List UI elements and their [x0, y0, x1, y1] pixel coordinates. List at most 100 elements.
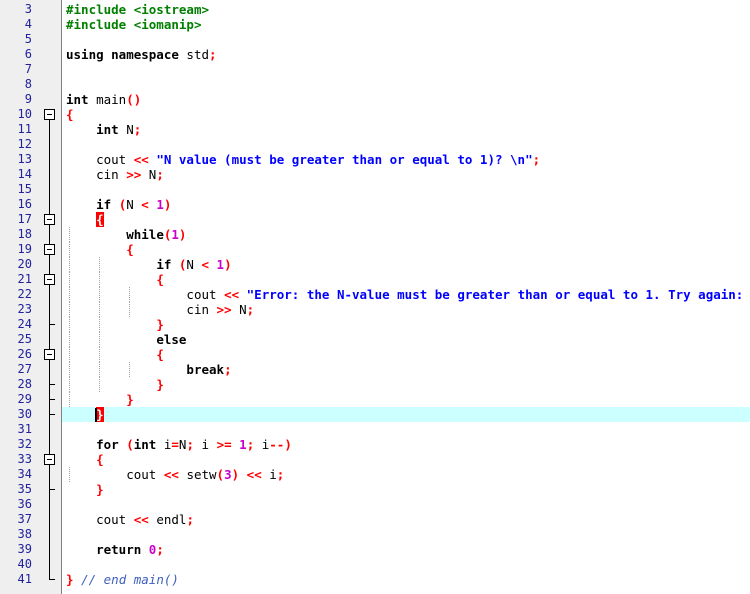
code-line[interactable]: }	[62, 317, 750, 332]
fold-collapse-icon[interactable]	[44, 244, 55, 255]
token-kw: break	[186, 362, 225, 377]
code-line[interactable]: {	[62, 347, 750, 362]
code-line[interactable]: {	[62, 107, 750, 122]
text-caret	[95, 408, 98, 422]
code-line[interactable]: using namespace std;	[62, 47, 750, 62]
token-pre: #include	[66, 2, 134, 17]
code-line[interactable]: {	[62, 242, 750, 257]
code-line[interactable]: cout << setw(3) << i;	[62, 467, 750, 482]
token-num: 1	[171, 227, 179, 242]
token-pre: <iomanip>	[133, 17, 202, 32]
indent-guide	[69, 242, 70, 257]
code-line[interactable]: if (N < 1)	[62, 197, 750, 212]
code-line[interactable]	[62, 182, 750, 197]
code-text-area[interactable]: #include <iostream> #include <iomanip> usi…	[62, 0, 750, 594]
code-line[interactable]: } // end main()	[62, 572, 750, 587]
token-id: N	[239, 302, 247, 317]
line-number: 26	[17, 347, 32, 361]
code-line[interactable]	[62, 422, 750, 437]
token-op: {	[66, 107, 74, 122]
fold-end-marker	[49, 414, 55, 415]
fold-collapse-icon[interactable]	[44, 274, 55, 285]
code-line[interactable]	[62, 62, 750, 77]
line-number: 15	[17, 182, 32, 196]
indent-guide	[99, 347, 101, 362]
code-line[interactable]	[62, 527, 750, 542]
token-num: 1	[239, 437, 247, 452]
indent-guide	[69, 302, 70, 317]
code-line[interactable]	[62, 497, 750, 512]
code-line[interactable]: else	[62, 332, 750, 347]
code-line[interactable]: {	[62, 272, 750, 287]
token-id: cout	[126, 467, 164, 482]
line-number: 27	[17, 362, 32, 376]
indent-guide	[99, 332, 101, 347]
indent-guide	[99, 377, 101, 392]
code-line-current[interactable]: }	[62, 407, 750, 422]
code-line[interactable]: int main()	[62, 92, 750, 107]
code-line[interactable]: #include <iostream>	[62, 2, 750, 17]
code-folding-column[interactable]	[38, 0, 62, 594]
code-line[interactable]: cin >> N;	[62, 302, 750, 317]
token-op: ;	[209, 47, 217, 62]
indent-guide	[69, 317, 70, 332]
line-number: 28	[17, 377, 32, 391]
line-number: 3	[24, 2, 32, 16]
token-num: 3	[224, 467, 232, 482]
code-line[interactable]: }	[62, 377, 750, 392]
line-number: 22	[17, 287, 32, 301]
fold-collapse-icon[interactable]	[44, 214, 55, 225]
indent-guide	[129, 362, 131, 377]
token-kw: for	[96, 437, 127, 452]
token-op: >>	[216, 302, 240, 317]
code-line[interactable]: if (N < 1)	[62, 257, 750, 272]
token-op: {	[126, 242, 134, 257]
code-line[interactable]: #include <iomanip>	[62, 17, 750, 32]
code-line[interactable]: {	[62, 212, 750, 227]
code-line[interactable]: int N;	[62, 122, 750, 137]
line-number: 36	[17, 497, 32, 511]
fold-collapse-icon[interactable]	[44, 349, 55, 360]
code-line[interactable]: cout << "Error: the N-value must be grea…	[62, 287, 750, 302]
fold-collapse-icon[interactable]	[44, 454, 55, 465]
code-line[interactable]	[62, 557, 750, 572]
code-line[interactable]: }	[62, 392, 750, 407]
code-line[interactable]: }	[62, 482, 750, 497]
line-number: 25	[17, 332, 32, 346]
fold-end-marker	[49, 399, 55, 400]
token-op: ;	[156, 167, 164, 182]
code-line[interactable]	[62, 77, 750, 92]
token-op: )	[178, 227, 187, 242]
code-line[interactable]: cin >> N;	[62, 167, 750, 182]
token-op: )	[163, 197, 172, 212]
code-line[interactable]: while(1)	[62, 227, 750, 242]
code-line[interactable]: cout << endl;	[62, 512, 750, 527]
code-line[interactable]	[62, 137, 750, 152]
token-op: ;	[246, 302, 255, 317]
line-number: 16	[17, 197, 32, 211]
indent-guide	[69, 272, 70, 287]
code-line[interactable]	[62, 32, 750, 47]
token-kw: if	[96, 197, 119, 212]
code-line[interactable]: cout << "N value (must be greater than o…	[62, 152, 750, 167]
token-id: cin	[96, 167, 127, 182]
indent-guide	[69, 332, 70, 347]
token-op: (	[216, 467, 225, 482]
token-kw: int	[133, 437, 164, 452]
code-line[interactable]: for (int i=N; i >= 1; i--)	[62, 437, 750, 452]
code-line[interactable]: {	[62, 452, 750, 467]
fold-collapse-icon[interactable]	[44, 109, 55, 120]
indent-guide	[69, 287, 70, 302]
code-editor[interactable]: 3 4 5 6 7 8 9 10 11 12 13 14 15 16 17 18 19 20 21 22 23 24 25 2…	[0, 0, 750, 594]
code-line[interactable]: return 0;	[62, 542, 750, 557]
token-kw: int	[66, 92, 97, 107]
code-line[interactable]: break;	[62, 362, 750, 377]
